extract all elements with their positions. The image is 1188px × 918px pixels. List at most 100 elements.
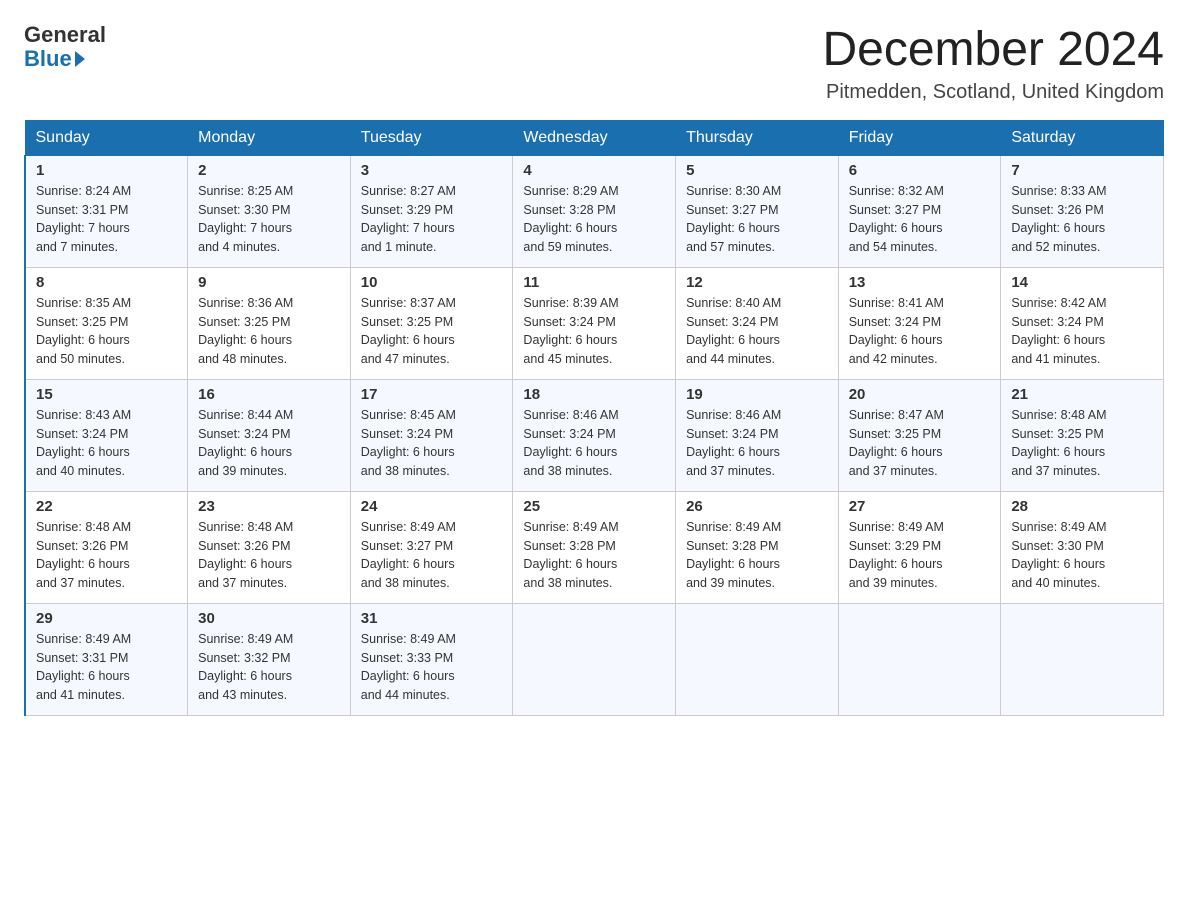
day-info: Sunrise: 8:49 AM Sunset: 3:28 PM Dayligh… xyxy=(523,518,665,593)
day-info: Sunrise: 8:49 AM Sunset: 3:28 PM Dayligh… xyxy=(686,518,828,593)
day-number: 18 xyxy=(523,386,665,403)
day-number: 12 xyxy=(686,274,828,291)
day-number: 29 xyxy=(36,610,177,627)
day-info: Sunrise: 8:29 AM Sunset: 3:28 PM Dayligh… xyxy=(523,182,665,257)
day-info: Sunrise: 8:45 AM Sunset: 3:24 PM Dayligh… xyxy=(361,406,503,481)
day-number: 6 xyxy=(849,162,991,179)
day-cell: 29 Sunrise: 8:49 AM Sunset: 3:31 PM Dayli… xyxy=(25,603,188,715)
day-cell: 27Sunrise: 8:49 AM Sunset: 3:29 PM Dayli… xyxy=(838,491,1001,603)
day-info: Sunrise: 8:47 AM Sunset: 3:25 PM Dayligh… xyxy=(849,406,991,481)
day-cell: 23 Sunrise: 8:48 AM Sunset: 3:26 PM Dayli… xyxy=(188,491,351,603)
day-cell: 18 Sunrise: 8:46 AM Sunset: 3:24 PM Dayli… xyxy=(513,379,676,491)
day-info: Sunrise: 8:48 AM Sunset: 3:26 PM Dayligh… xyxy=(198,518,340,593)
day-cell: 6Sunrise: 8:32 AM Sunset: 3:27 PM Daylig… xyxy=(838,155,1001,267)
day-number: 1 xyxy=(36,162,177,179)
location: Pitmedden, Scotland, United Kingdom xyxy=(822,81,1164,104)
day-cell: 22 Sunrise: 8:48 AM Sunset: 3:26 PM Dayli… xyxy=(25,491,188,603)
day-number: 25 xyxy=(523,498,665,515)
day-number: 22 xyxy=(36,498,177,515)
header-tuesday: Tuesday xyxy=(350,120,513,155)
day-number: 4 xyxy=(523,162,665,179)
day-number: 5 xyxy=(686,162,828,179)
day-number: 19 xyxy=(686,386,828,403)
day-number: 2 xyxy=(198,162,340,179)
day-number: 28 xyxy=(1011,498,1153,515)
day-cell: 13 Sunrise: 8:41 AM Sunset: 3:24 PM Dayli… xyxy=(838,267,1001,379)
day-cell xyxy=(513,603,676,715)
day-cell xyxy=(838,603,1001,715)
day-number: 31 xyxy=(361,610,503,627)
day-cell: 24Sunrise: 8:49 AM Sunset: 3:27 PM Dayli… xyxy=(350,491,513,603)
day-number: 11 xyxy=(523,274,665,291)
header-monday: Monday xyxy=(188,120,351,155)
calendar-header-row: SundayMondayTuesdayWednesdayThursdayFrid… xyxy=(25,120,1164,155)
day-info: Sunrise: 8:41 AM Sunset: 3:24 PM Dayligh… xyxy=(849,294,991,369)
day-cell: 17 Sunrise: 8:45 AM Sunset: 3:24 PM Dayli… xyxy=(350,379,513,491)
day-number: 8 xyxy=(36,274,177,291)
title-block: December 2024 Pitmedden, Scotland, Unite… xyxy=(822,24,1164,104)
day-cell: 19Sunrise: 8:46 AM Sunset: 3:24 PM Dayli… xyxy=(676,379,839,491)
header-sunday: Sunday xyxy=(25,120,188,155)
day-number: 27 xyxy=(849,498,991,515)
day-cell: 3Sunrise: 8:27 AM Sunset: 3:29 PM Daylig… xyxy=(350,155,513,267)
day-info: Sunrise: 8:25 AM Sunset: 3:30 PM Dayligh… xyxy=(198,182,340,257)
day-info: Sunrise: 8:48 AM Sunset: 3:25 PM Dayligh… xyxy=(1011,406,1153,481)
day-number: 30 xyxy=(198,610,340,627)
header-friday: Friday xyxy=(838,120,1001,155)
day-info: Sunrise: 8:40 AM Sunset: 3:24 PM Dayligh… xyxy=(686,294,828,369)
day-cell xyxy=(676,603,839,715)
day-number: 17 xyxy=(361,386,503,403)
day-cell: 9 Sunrise: 8:36 AM Sunset: 3:25 PM Daylig… xyxy=(188,267,351,379)
day-info: Sunrise: 8:36 AM Sunset: 3:25 PM Dayligh… xyxy=(198,294,340,369)
day-number: 7 xyxy=(1011,162,1153,179)
day-cell: 2 Sunrise: 8:25 AM Sunset: 3:30 PM Daylig… xyxy=(188,155,351,267)
day-number: 13 xyxy=(849,274,991,291)
day-info: Sunrise: 8:49 AM Sunset: 3:31 PM Dayligh… xyxy=(36,630,177,705)
day-number: 21 xyxy=(1011,386,1153,403)
day-info: Sunrise: 8:39 AM Sunset: 3:24 PM Dayligh… xyxy=(523,294,665,369)
day-cell: 31 Sunrise: 8:49 AM Sunset: 3:33 PM Dayli… xyxy=(350,603,513,715)
page-header: General Blue December 2024 Pitmedden, Sc… xyxy=(24,24,1164,104)
day-number: 10 xyxy=(361,274,503,291)
day-info: Sunrise: 8:49 AM Sunset: 3:32 PM Dayligh… xyxy=(198,630,340,705)
day-cell: 25 Sunrise: 8:49 AM Sunset: 3:28 PM Dayli… xyxy=(513,491,676,603)
day-cell: 10 Sunrise: 8:37 AM Sunset: 3:25 PM Dayli… xyxy=(350,267,513,379)
day-number: 23 xyxy=(198,498,340,515)
day-number: 20 xyxy=(849,386,991,403)
calendar-table: SundayMondayTuesdayWednesdayThursdayFrid… xyxy=(24,120,1164,716)
month-title: December 2024 xyxy=(822,24,1164,77)
logo-triangle-icon xyxy=(75,51,85,67)
day-cell: 21 Sunrise: 8:48 AM Sunset: 3:25 PM Dayli… xyxy=(1001,379,1164,491)
day-info: Sunrise: 8:49 AM Sunset: 3:27 PM Dayligh… xyxy=(361,518,503,593)
day-cell: 12 Sunrise: 8:40 AM Sunset: 3:24 PM Dayli… xyxy=(676,267,839,379)
logo-blue-text: Blue xyxy=(24,46,85,72)
header-thursday: Thursday xyxy=(676,120,839,155)
day-cell: 16Sunrise: 8:44 AM Sunset: 3:24 PM Dayli… xyxy=(188,379,351,491)
header-saturday: Saturday xyxy=(1001,120,1164,155)
day-cell xyxy=(1001,603,1164,715)
logo-general-text: General xyxy=(24,24,106,46)
day-info: Sunrise: 8:48 AM Sunset: 3:26 PM Dayligh… xyxy=(36,518,177,593)
day-info: Sunrise: 8:49 AM Sunset: 3:30 PM Dayligh… xyxy=(1011,518,1153,593)
day-cell: 20 Sunrise: 8:47 AM Sunset: 3:25 PM Dayli… xyxy=(838,379,1001,491)
day-info: Sunrise: 8:46 AM Sunset: 3:24 PM Dayligh… xyxy=(523,406,665,481)
day-info: Sunrise: 8:30 AM Sunset: 3:27 PM Dayligh… xyxy=(686,182,828,257)
day-cell: 5 Sunrise: 8:30 AM Sunset: 3:27 PM Daylig… xyxy=(676,155,839,267)
day-info: Sunrise: 8:42 AM Sunset: 3:24 PM Dayligh… xyxy=(1011,294,1153,369)
day-cell: 30 Sunrise: 8:49 AM Sunset: 3:32 PM Dayli… xyxy=(188,603,351,715)
day-cell: 15Sunrise: 8:43 AM Sunset: 3:24 PM Dayli… xyxy=(25,379,188,491)
week-row-1: 1Sunrise: 8:24 AM Sunset: 3:31 PM Daylig… xyxy=(25,155,1164,267)
week-row-2: 8Sunrise: 8:35 AM Sunset: 3:25 PM Daylig… xyxy=(25,267,1164,379)
day-info: Sunrise: 8:37 AM Sunset: 3:25 PM Dayligh… xyxy=(361,294,503,369)
week-row-4: 22 Sunrise: 8:48 AM Sunset: 3:26 PM Dayli… xyxy=(25,491,1164,603)
day-info: Sunrise: 8:49 AM Sunset: 3:33 PM Dayligh… xyxy=(361,630,503,705)
day-cell: 7Sunrise: 8:33 AM Sunset: 3:26 PM Daylig… xyxy=(1001,155,1164,267)
logo: General Blue xyxy=(24,24,106,72)
day-number: 9 xyxy=(198,274,340,291)
day-cell: 28 Sunrise: 8:49 AM Sunset: 3:30 PM Dayli… xyxy=(1001,491,1164,603)
day-cell: 26 Sunrise: 8:49 AM Sunset: 3:28 PM Dayli… xyxy=(676,491,839,603)
day-info: Sunrise: 8:43 AM Sunset: 3:24 PM Dayligh… xyxy=(36,406,177,481)
day-cell: 1Sunrise: 8:24 AM Sunset: 3:31 PM Daylig… xyxy=(25,155,188,267)
day-number: 26 xyxy=(686,498,828,515)
day-info: Sunrise: 8:27 AM Sunset: 3:29 PM Dayligh… xyxy=(361,182,503,257)
